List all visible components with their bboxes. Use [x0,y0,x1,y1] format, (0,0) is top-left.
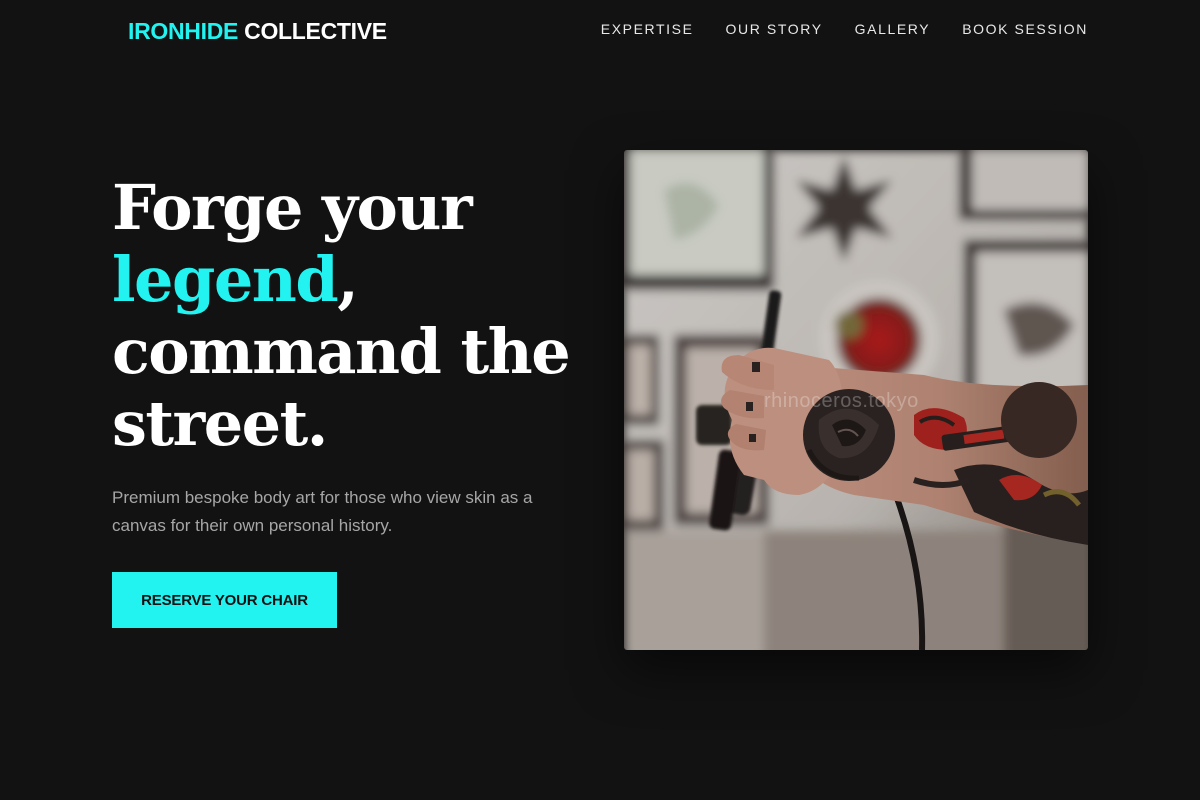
hero-title-line-4: street. [112,387,328,460]
nav-link-gallery[interactable]: GALLERY [855,21,931,37]
hero-title-comma: , [337,243,359,316]
logo-accent-text: IRONHIDE [128,18,239,44]
brand-logo[interactable]: IRONHIDE COLLECTIVE [128,18,387,45]
photo-watermark: rhinoceros.tokyo [764,390,919,412]
hero-title-accent-word: legend [112,243,339,316]
nav-link-expertise[interactable]: EXPERTISE [601,21,694,37]
hero-title-line-1: Forge your [112,171,473,244]
hero-title-line-3: command the [112,315,571,388]
logo-rest-text: COLLECTIVE [244,18,387,44]
hero-subtitle: Premium bespoke body art for those who v… [112,488,533,535]
reserve-chair-button[interactable]: RESERVE YOUR CHAIR [112,572,337,628]
nav-link-book-session[interactable]: BOOK SESSION [962,21,1088,37]
hero-title: Forge your legend, command the street. [112,172,602,460]
hero-photo-tattooed-arm: rhinoceros.tokyo [624,150,1088,650]
nav-link-our-story[interactable]: OUR STORY [726,21,823,37]
site-header: IRONHIDE COLLECTIVE EXPERTISE OUR STORY … [0,0,1200,64]
hero-title-line-2: legend, [112,244,602,316]
main-nav: EXPERTISE OUR STORY GALLERY BOOK SESSION [601,21,1088,37]
page: IRONHIDE COLLECTIVE EXPERTISE OUR STORY … [0,0,1200,800]
